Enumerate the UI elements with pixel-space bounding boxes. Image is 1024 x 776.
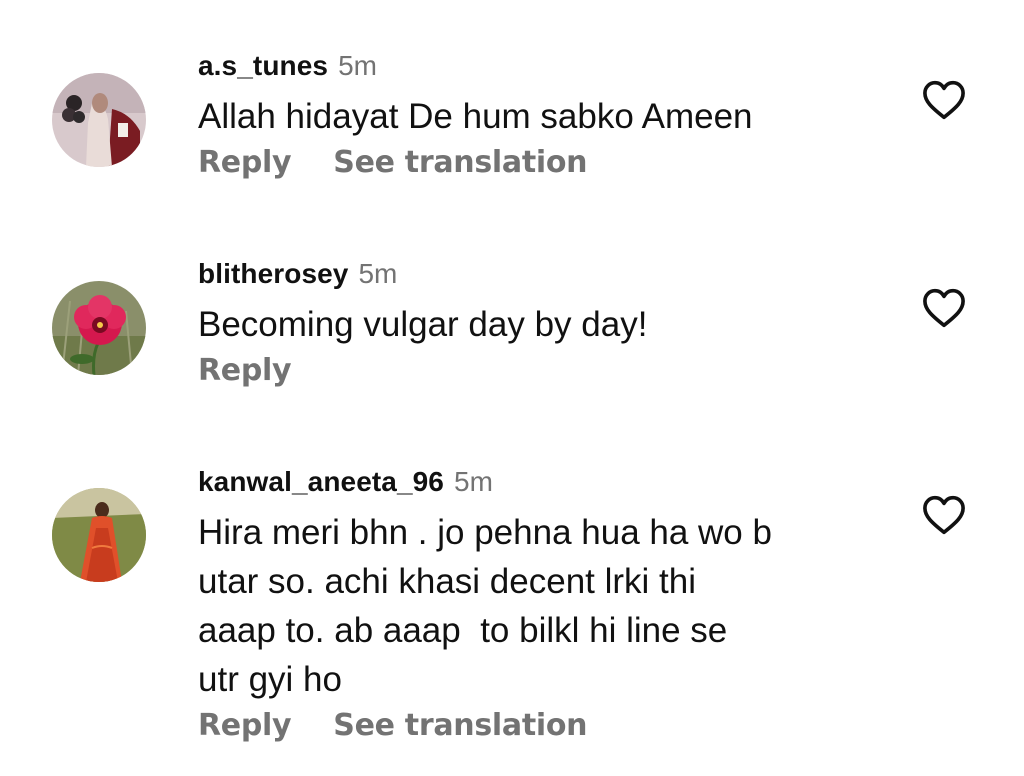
comment-text: Becoming vulgar day by day! [198,305,648,344]
see-translation-button[interactable]: See translation [333,708,587,743]
reply-button[interactable]: Reply [198,708,292,743]
comment-text-line: Hira meri bhn . jo pehna hua ha wo b [198,513,772,552]
see-translation-button[interactable]: See translation [333,145,587,180]
reply-button[interactable]: Reply [198,353,292,388]
comment-text: Allah hidayat De hum sabko Ameen [198,97,753,136]
comment-text-line: aaap to. ab aaap to bilkl hi line se [198,611,728,650]
heart-outline-icon[interactable] [922,80,966,120]
heart-outline-icon[interactable] [922,288,966,328]
comment-timestamp: 5m [358,258,398,289]
avatar[interactable] [52,281,146,375]
comment-timestamp: 5m [338,50,377,81]
avatar[interactable] [52,488,146,582]
avatar[interactable] [52,73,146,167]
comment-text-line: utr gyi ho [198,660,342,699]
comment-username[interactable]: blitherosey [198,258,348,290]
comment-timestamp: 5m [454,466,493,497]
avatar-image [52,281,146,375]
avatar-image [52,488,146,582]
comment-username[interactable]: kanwal_aneeta_96 [198,466,444,498]
heart-outline-icon[interactable] [922,495,966,535]
reply-button[interactable]: Reply [198,145,292,180]
comment-text-line: utar so. achi khasi decent lrki thi [198,562,697,601]
comment-username[interactable]: a.s_tunes [198,50,328,82]
avatar-image [52,73,146,167]
comment-text: Hira meri bhn . jo pehna hua ha wo b uta… [198,508,888,704]
